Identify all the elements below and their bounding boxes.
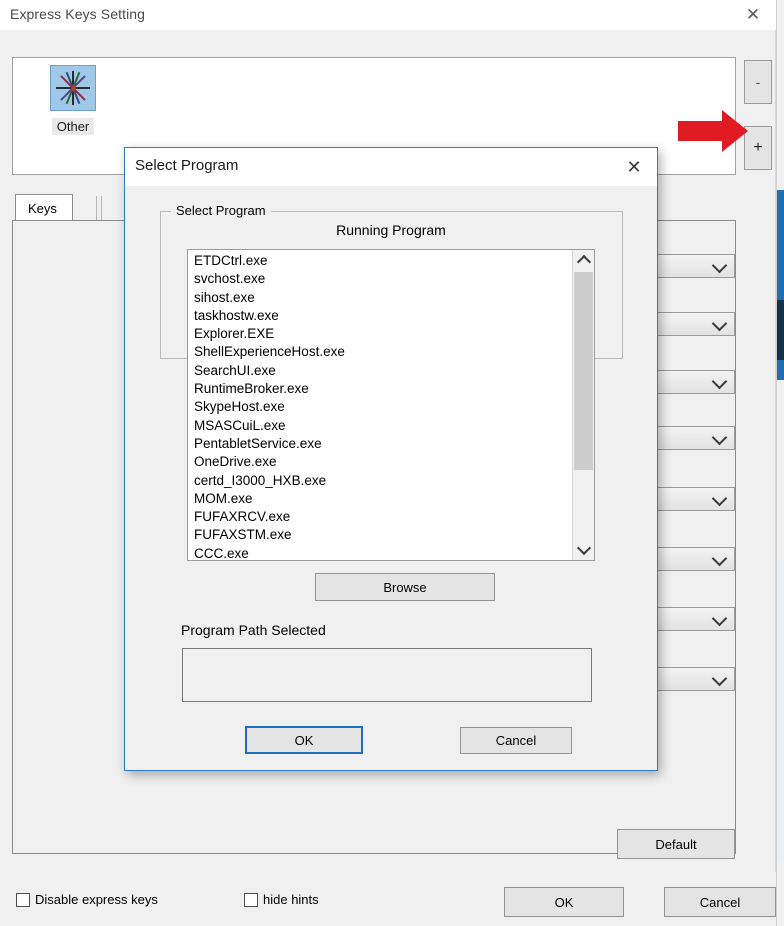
window-title: Express Keys Setting bbox=[10, 6, 146, 22]
browse-button[interactable]: Browse bbox=[315, 573, 495, 601]
list-item[interactable]: sihost.exe bbox=[194, 289, 570, 307]
close-icon[interactable]: ✕ bbox=[613, 150, 655, 184]
background-window-content bbox=[777, 560, 784, 860]
list-item[interactable]: RuntimeBroker.exe bbox=[194, 380, 570, 398]
key-action-combo-6[interactable] bbox=[657, 547, 735, 571]
tab-strip-spacer bbox=[96, 196, 102, 221]
hide-hints-checkbox[interactable]: hide hints bbox=[244, 892, 319, 907]
list-item[interactable]: SearchUI.exe bbox=[194, 362, 570, 380]
scroll-up-icon[interactable] bbox=[573, 250, 594, 270]
tab-keys[interactable]: Keys bbox=[15, 194, 73, 221]
background-window-content bbox=[777, 300, 784, 360]
bottom-bar: Disable express keys hide hints bbox=[0, 872, 776, 926]
list-item[interactable]: svchost.exe bbox=[194, 270, 570, 288]
list-item[interactable]: SkypeHost.exe bbox=[194, 398, 570, 416]
running-program-listbox[interactable]: ETDCtrl.exe svchost.exe sihost.exe taskhost… bbox=[187, 249, 595, 561]
key-action-combo-4[interactable] bbox=[657, 426, 735, 450]
chevron-down-icon bbox=[711, 670, 728, 687]
list-item[interactable]: MSASCuiL.exe bbox=[194, 417, 570, 435]
main-cancel-button[interactable]: Cancel bbox=[664, 887, 776, 917]
hide-hints-label: hide hints bbox=[263, 892, 319, 907]
program-path-field[interactable] bbox=[182, 648, 592, 702]
main-ok-button[interactable]: OK bbox=[504, 887, 624, 917]
list-item[interactable]: FUFAXRCV.exe bbox=[194, 508, 570, 526]
select-program-dialog: Select Program ✕ Select Program Running … bbox=[124, 147, 658, 771]
tab-keys-label: Keys bbox=[28, 200, 57, 216]
disable-express-keys-label: Disable express keys bbox=[35, 892, 158, 907]
chevron-down-icon bbox=[711, 610, 728, 627]
running-program-list: ETDCtrl.exe svchost.exe sihost.exe taskhost… bbox=[188, 252, 570, 560]
scrollbar-thumb[interactable] bbox=[574, 272, 593, 470]
disable-express-keys-checkbox[interactable]: Disable express keys bbox=[16, 892, 158, 907]
chevron-down-icon bbox=[711, 429, 728, 446]
chevron-down-icon bbox=[711, 315, 728, 332]
chevron-down-icon bbox=[711, 373, 728, 390]
list-item[interactable]: taskhostw.exe bbox=[194, 307, 570, 325]
listbox-scrollbar[interactable] bbox=[572, 250, 594, 560]
background-window-sliver bbox=[776, 0, 784, 926]
list-item[interactable]: ETDCtrl.exe bbox=[194, 252, 570, 270]
list-item[interactable]: MOM.exe bbox=[194, 490, 570, 508]
remove-program-button[interactable]: - bbox=[744, 60, 772, 104]
key-action-combo-2[interactable] bbox=[657, 312, 735, 336]
running-program-label: Running Program bbox=[336, 222, 446, 238]
checkbox-box bbox=[16, 892, 30, 907]
list-item[interactable]: PentabletService.exe bbox=[194, 435, 570, 453]
list-item[interactable]: certd_I3000_HXB.exe bbox=[194, 472, 570, 490]
list-item[interactable]: ShellExperienceHost.exe bbox=[194, 343, 570, 361]
dialog-ok-button[interactable]: OK bbox=[245, 726, 363, 754]
key-action-combo-7[interactable] bbox=[657, 607, 735, 631]
add-program-button[interactable]: + bbox=[744, 126, 772, 170]
key-action-combo-1[interactable] bbox=[657, 254, 735, 278]
chevron-down-icon bbox=[711, 490, 728, 507]
chevron-down-icon bbox=[711, 257, 728, 274]
window-titlebar: Express Keys Setting ✕ bbox=[0, 0, 776, 30]
dialog-titlebar: Select Program ✕ bbox=[125, 148, 657, 186]
list-item[interactable]: Explorer.EXE bbox=[194, 325, 570, 343]
checkbox-box bbox=[244, 892, 258, 907]
program-item-other[interactable]: Other bbox=[37, 65, 109, 135]
chevron-down-icon bbox=[711, 550, 728, 567]
starburst-icon bbox=[50, 65, 96, 111]
close-icon[interactable]: ✕ bbox=[730, 0, 776, 30]
list-item[interactable]: CCC.exe bbox=[194, 545, 570, 560]
default-button[interactable]: Default bbox=[617, 829, 735, 859]
groupbox-caption: Select Program bbox=[171, 203, 271, 218]
key-action-combo-5[interactable] bbox=[657, 487, 735, 511]
program-item-label: Other bbox=[51, 118, 95, 135]
scroll-down-icon[interactable] bbox=[573, 540, 594, 560]
key-action-combo-3[interactable] bbox=[657, 370, 735, 394]
dialog-title: Select Program bbox=[135, 157, 239, 174]
list-item[interactable]: FUFAXSTM.exe bbox=[194, 526, 570, 544]
program-path-label: Program Path Selected bbox=[181, 622, 326, 638]
key-action-combo-8[interactable] bbox=[657, 667, 735, 691]
dialog-cancel-button[interactable]: Cancel bbox=[460, 727, 572, 754]
list-item[interactable]: OneDrive.exe bbox=[194, 453, 570, 471]
